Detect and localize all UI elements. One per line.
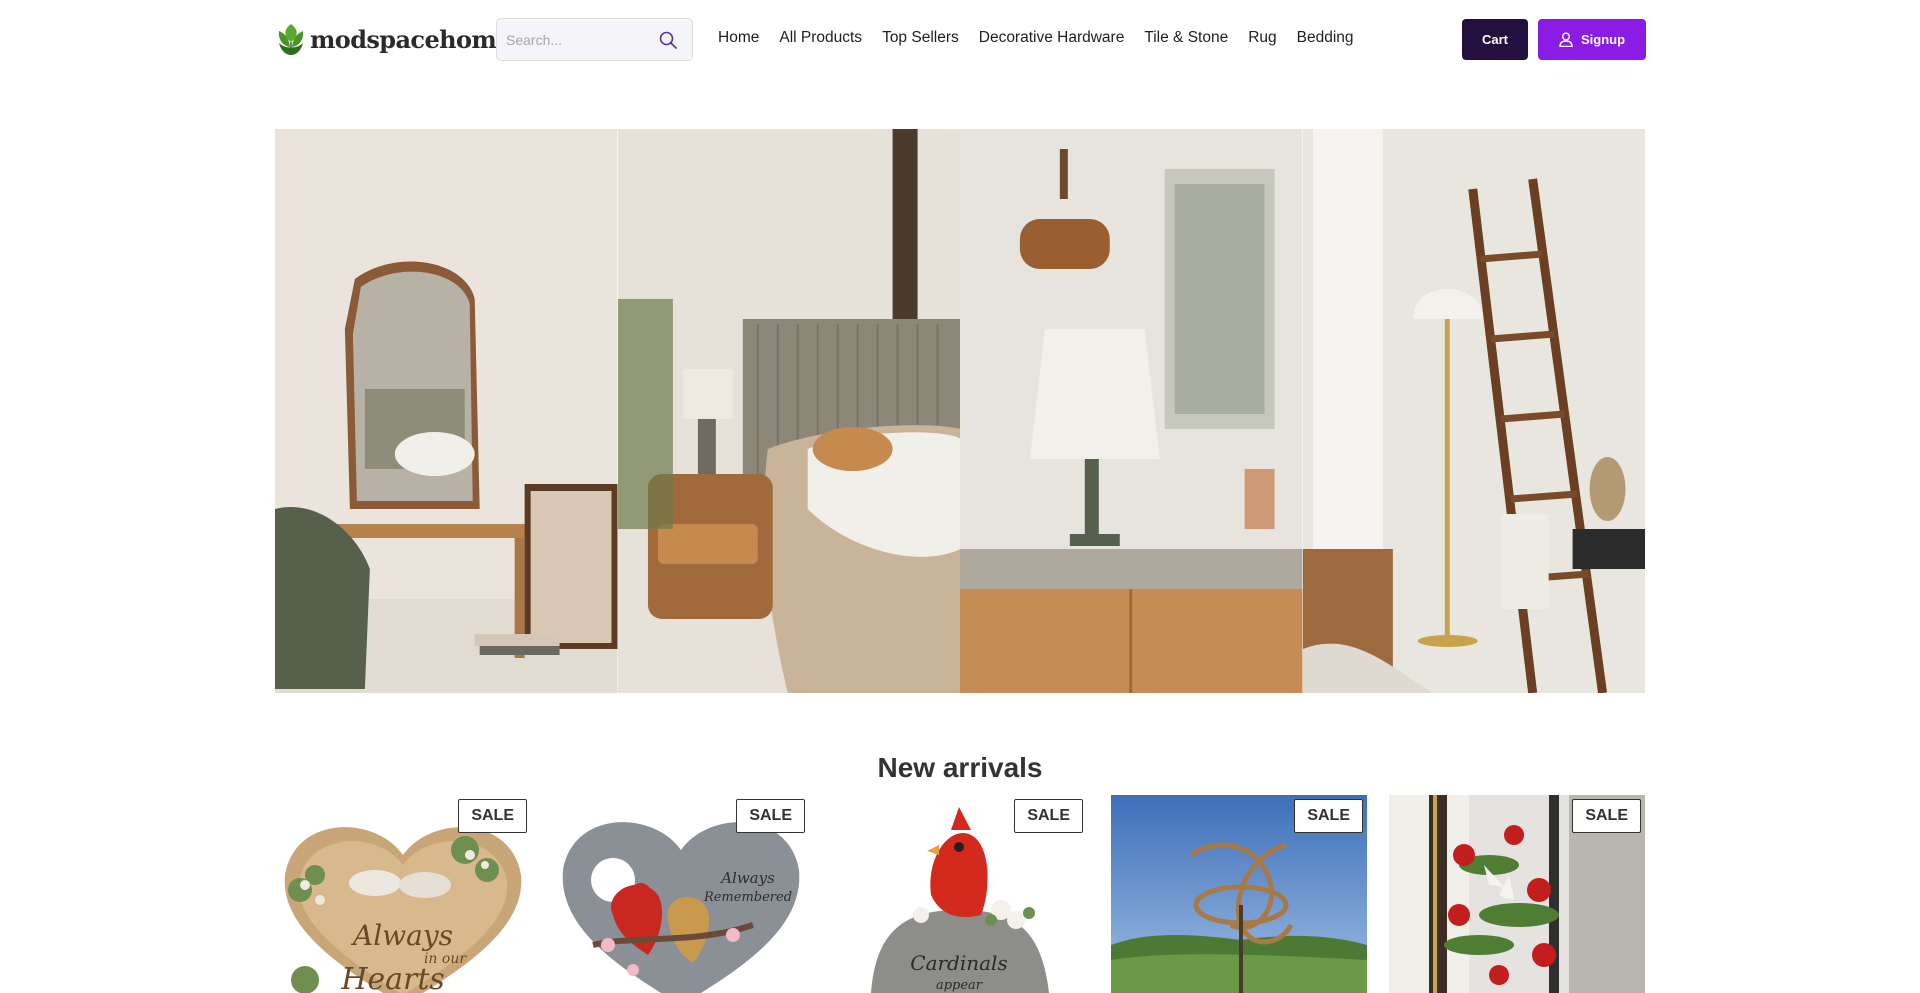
product-card[interactable]: Always in our Hearts SALE [275, 795, 531, 993]
product-image-text: Always [719, 869, 775, 887]
product-image-text: appear [936, 978, 983, 993]
brand-name: modspacehome [310, 24, 511, 54]
product-card[interactable]: SALE [1389, 795, 1645, 993]
product-image-text: Hearts [340, 962, 445, 993]
site-header: modspacehome Home All Products Top Selle… [275, 17, 1646, 61]
nav-all-products[interactable]: All Products [779, 29, 862, 47]
product-image-text: Remembered [703, 890, 792, 905]
brand-logo[interactable]: modspacehome [275, 19, 511, 59]
product-card[interactable]: Always Remembered SALE [553, 795, 809, 993]
product-card[interactable]: Cardinals appear SALE [831, 795, 1087, 993]
cart-button-label: Cart [1481, 32, 1508, 47]
nav-tile-stone[interactable]: Tile & Stone [1144, 29, 1228, 47]
hero-image-ladder-lamp [1302, 129, 1645, 693]
hero-image-mirror-bench [275, 129, 618, 693]
hero-banner [275, 129, 1645, 693]
sale-badge: SALE [1572, 799, 1641, 833]
search-box [496, 18, 693, 61]
user-icon [1559, 32, 1573, 47]
hero-image-lamp-cabinet [960, 129, 1303, 693]
nav-top-sellers[interactable]: Top Sellers [882, 29, 959, 47]
sale-badge: SALE [1014, 799, 1083, 833]
new-arrivals-grid: Always in our Hearts SALE Always Remembe… [275, 795, 1646, 993]
sale-badge: SALE [1294, 799, 1363, 833]
product-image-text: Always [350, 919, 453, 952]
nav-home[interactable]: Home [718, 29, 759, 47]
search-input[interactable] [506, 29, 656, 51]
signup-button-label: Signup [1580, 32, 1626, 47]
hero-image-bed-nightstand [617, 129, 960, 693]
section-title-new-arrivals: New arrivals [877, 752, 1043, 783]
nav-bedding[interactable]: Bedding [1297, 29, 1354, 47]
sale-badge: SALE [458, 799, 527, 833]
search-icon[interactable] [658, 30, 678, 50]
product-card[interactable]: SALE [1111, 795, 1367, 993]
sale-badge: SALE [736, 799, 805, 833]
signup-button[interactable]: Signup [1538, 19, 1646, 60]
nav-rug[interactable]: Rug [1248, 29, 1276, 47]
leaf-icon [278, 24, 304, 55]
nav-decorative-hardware[interactable]: Decorative Hardware [979, 29, 1125, 47]
product-image-text: Cardinals [910, 951, 1007, 975]
cart-button[interactable]: Cart [1462, 19, 1528, 60]
main-nav: Home All Products Top Sellers Decorative… [718, 29, 1374, 47]
